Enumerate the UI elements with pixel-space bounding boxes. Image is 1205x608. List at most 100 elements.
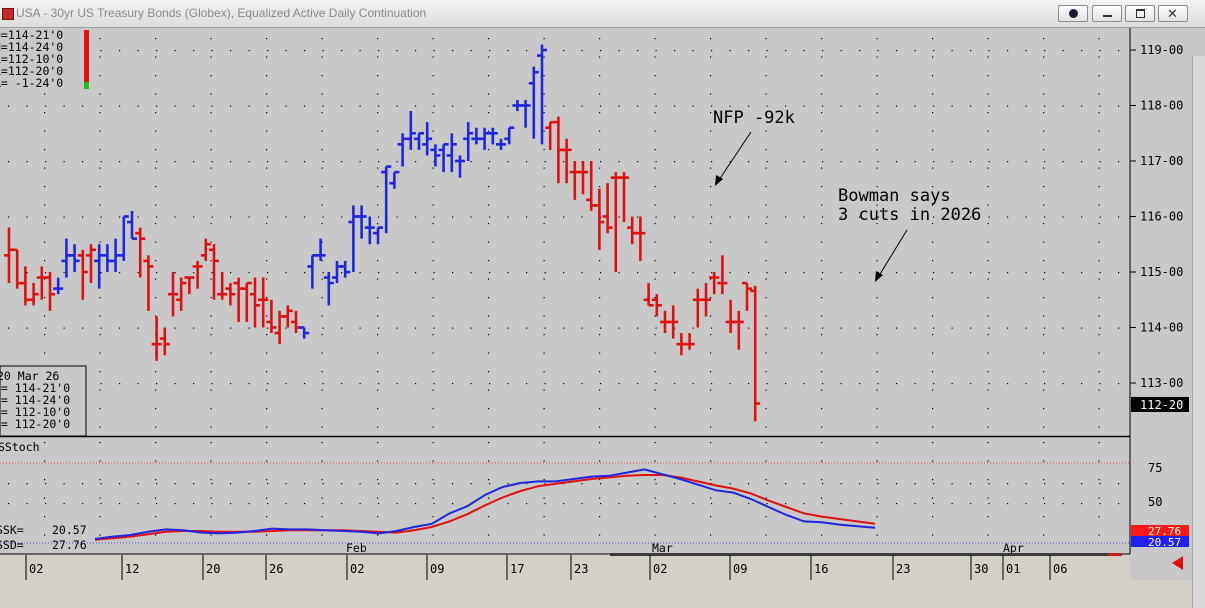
time-scrollbar[interactable] [610,553,1110,556]
grid-dot [211,216,213,218]
grid-dot [654,426,656,428]
grid-dot [932,56,934,58]
grid-dot [63,327,65,329]
grid-dot [877,105,879,107]
grid-dot [266,56,268,58]
grid-dot [304,216,306,218]
grid-dot [655,161,657,163]
grid-dot [1043,38,1045,40]
close-button[interactable]: ✕ [1158,5,1188,22]
grid-dot [210,408,212,410]
grid-dot [266,297,268,299]
grid-dot [488,223,490,225]
grid-dot [1043,186,1045,188]
stoch-grid-dot [932,497,934,499]
grid-dot [507,50,509,52]
date-axis [0,554,1130,580]
grid-dot [821,93,823,95]
grid-dot [100,50,102,52]
grid-dot [155,241,157,243]
grid-dot [821,186,823,188]
grid-dot [44,260,46,262]
record-button[interactable] [1058,5,1088,22]
stoch-grid-dot [321,442,323,444]
grid-dot [248,50,250,52]
grid-dot [932,334,934,336]
grid-dot [1043,297,1045,299]
grid-dot [1043,167,1045,169]
grid-dot [321,149,323,151]
grid-dot [765,297,767,299]
grid-dot [987,75,989,77]
date-axis-label: 02 [653,562,667,576]
stoch-grid-dot [266,516,268,518]
bowman-annotation-line1: Bowman says [838,186,951,206]
grid-dot [99,204,101,206]
grid-dot [99,112,101,114]
date-axis-label: 30 [974,562,988,576]
grid-dot [44,149,46,151]
stoch-grid-dot [1118,503,1120,505]
grid-dot [1118,383,1120,385]
grid-dot [599,56,601,58]
grid-dot [970,161,972,163]
grid-dot [729,272,731,274]
grid-dot [711,216,713,218]
grid-dot [654,408,656,410]
grid-dot [1098,223,1100,225]
stoch-grid-dot [44,460,46,462]
price-chart[interactable]: 119-00 118-00 117-00 116-00 115-00 114-00 113-… [0,28,1192,580]
grid-dot [932,315,934,317]
grid-dot [155,149,157,151]
grid-dot [599,149,601,151]
grid-dot [599,315,601,317]
grid-dot [544,105,546,107]
grid-dot [266,241,268,243]
stoch-grid-dot [321,479,323,481]
grid-dot [432,389,434,391]
stoch-grid-dot [729,483,731,485]
stoch-grid-dot [821,442,823,444]
grid-dot [248,105,250,107]
grid-dot [44,223,46,225]
grid-dot [637,327,639,329]
stoch-grid-dot [432,497,434,499]
grid-dot [321,112,323,114]
grid-dot [692,216,694,218]
grid-dot [987,334,989,336]
grid-dot [821,408,823,410]
stoch-grid-dot [822,503,824,505]
grid-dot [821,389,823,391]
grid-dot [99,56,101,58]
grid-dot [210,371,212,373]
grid-dot [876,38,878,40]
grid-dot [766,216,768,218]
grid-dot [933,327,935,329]
grid-dot [987,389,989,391]
grid-dot [655,272,657,274]
change-bar-green [84,82,89,89]
grid-dot [8,327,10,329]
stoch-grid-dot [618,483,620,485]
date-axis-label: 12 [125,562,139,576]
grid-dot [766,383,768,385]
grid-dot [210,241,212,243]
grid-dot [655,105,657,107]
minimize-button[interactable] [1092,5,1122,22]
grid-dot [711,327,713,329]
grid-dot [488,186,490,188]
grid-dot [876,260,878,262]
grid-dot [99,408,101,410]
grid-dot [174,327,176,329]
scroll-right-arrow-icon[interactable] [1172,556,1183,570]
grid-dot [100,383,102,385]
grid-dot [914,272,916,274]
grid-dot [99,389,101,391]
grid-dot [766,161,768,163]
stoch-grid-dot [544,483,546,485]
grid-dot [1062,161,1064,163]
stoch-grid-dot [156,503,158,505]
restore-button[interactable] [1125,5,1155,22]
grid-dot [285,272,287,274]
grid-dot [543,408,545,410]
